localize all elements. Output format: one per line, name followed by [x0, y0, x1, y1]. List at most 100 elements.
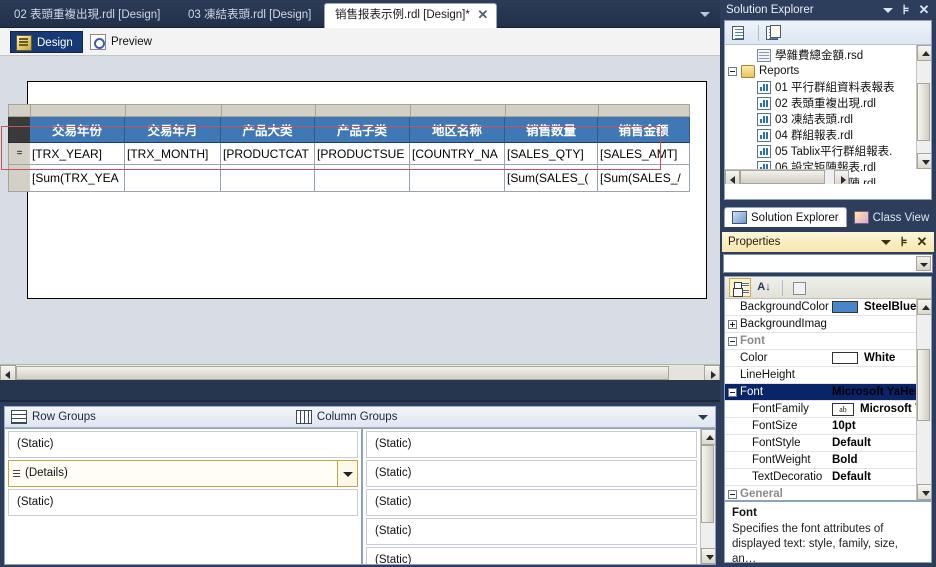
tablix-cell[interactable]: [COUNTRY_NA	[410, 143, 505, 165]
tablix-column-handle[interactable]	[505, 104, 598, 117]
property-row[interactable]: LineHeight	[725, 367, 931, 384]
tablix-cell[interactable]: [PRODUCTSUE	[315, 143, 410, 165]
scroll-down-icon[interactable]	[701, 548, 715, 564]
design-horizontal-scrollbar[interactable]	[0, 364, 720, 380]
collapse-icon[interactable]	[728, 489, 737, 499]
properties-window-icon[interactable]	[730, 24, 750, 42]
categorized-icon[interactable]	[729, 278, 751, 297]
column-group-item[interactable]: (Static)	[366, 489, 697, 516]
column-group-item[interactable]: (Static)	[366, 431, 697, 458]
property-row[interactable]: FontSize 10pt	[725, 418, 931, 435]
tree-item[interactable]: 03 凍結表頭.rdl	[725, 111, 931, 127]
property-row[interactable]: FontStyle Default	[725, 435, 931, 452]
chevron-down-icon[interactable]	[916, 256, 931, 271]
tablix-cell[interactable]: [Sum(SALES_/	[598, 165, 690, 192]
property-row[interactable]: TextDecoratio Default	[725, 469, 931, 486]
property-row[interactable]: Color White	[725, 350, 931, 367]
tree-item[interactable]: Reports	[725, 63, 931, 79]
row-handle-detail[interactable]: =	[8, 143, 30, 165]
scroll-up-icon[interactable]	[917, 45, 931, 61]
scroll-left-icon[interactable]	[725, 169, 740, 184]
close-icon[interactable]: ✕	[476, 8, 490, 22]
properties-vscrollbar[interactable]	[916, 299, 931, 500]
property-row[interactable]: Font	[725, 333, 931, 350]
property-pages-icon[interactable]	[788, 278, 810, 297]
row-group-item[interactable]: (Static)	[8, 431, 358, 458]
dock-tab-solution-explorer[interactable]: Solution Explorer	[724, 207, 847, 227]
tablix-column-handles[interactable]	[8, 104, 690, 117]
scroll-up-icon[interactable]	[917, 299, 931, 315]
scroll-down-icon[interactable]	[917, 153, 931, 169]
tree-item[interactable]: 02 表頭重複出現.rdl	[725, 95, 931, 111]
chevron-down-icon[interactable]	[337, 461, 357, 486]
properties-vscroll-thumb[interactable]	[917, 349, 930, 421]
row-handle-total[interactable]	[8, 165, 30, 192]
tablix-cell[interactable]	[410, 165, 505, 192]
document-tab-2[interactable]: 03 凍結表頭.rdl [Design]	[178, 4, 321, 28]
collapse-icon[interactable]	[728, 66, 737, 76]
column-group-item[interactable]: (Static)	[366, 518, 697, 545]
tablix-cell[interactable]: 交易年月	[125, 117, 221, 143]
properties-grid[interactable]: BackgroundColor SteelBlue BackgroundImag Fo…	[725, 299, 931, 500]
property-value[interactable]: White	[864, 352, 895, 364]
column-group-item[interactable]: (Static)	[366, 547, 697, 564]
dock-tab-class-view[interactable]: Class View	[847, 208, 936, 227]
property-row[interactable]: FontFamily ab Microsoft Y	[725, 401, 931, 418]
property-row[interactable]: General	[725, 486, 931, 500]
column-group-item[interactable]: (Static)	[366, 460, 697, 487]
property-value[interactable]: SteelBlue	[864, 301, 916, 313]
design-hscroll-track[interactable]	[669, 364, 704, 380]
tablix-cell[interactable]: [TRX_MONTH]	[125, 143, 221, 165]
tablix-column-handle[interactable]	[125, 104, 221, 117]
expand-icon[interactable]	[728, 319, 737, 329]
solution-tree-hscroll-thumb[interactable]	[740, 170, 825, 184]
tablix-cell[interactable]: 销售数量	[505, 117, 598, 143]
tablix-cell[interactable]: [Sum(TRX_YEA	[30, 165, 125, 192]
chevron-down-icon[interactable]	[879, 235, 893, 249]
scroll-left-icon[interactable]	[0, 364, 16, 380]
scroll-up-icon[interactable]	[701, 429, 715, 445]
tablix-cell[interactable]: [PRODUCTCAT	[221, 143, 315, 165]
tablix-cell[interactable]	[221, 165, 315, 192]
property-value[interactable]: Microsoft Y	[860, 403, 922, 415]
tablix-total-row[interactable]: [Sum(TRX_YEA [Sum(SALES_([Sum(SALES_/	[8, 165, 690, 192]
tablix-corner-handle[interactable]	[8, 104, 30, 117]
tablix-cell[interactable]: [SALES_AMT]	[598, 143, 690, 165]
show-all-files-icon[interactable]	[764, 24, 784, 42]
tablix-cell[interactable]: [SALES_QTY]	[505, 143, 598, 165]
row-group-item[interactable]: (Static)	[8, 489, 358, 516]
tablix-cell[interactable]: 销售金额	[598, 117, 690, 143]
tree-item[interactable]: 04 群組報表.rdl	[725, 127, 931, 143]
drag-handle-icon[interactable]	[13, 470, 20, 477]
alphabetical-icon[interactable]: A↓	[753, 278, 775, 297]
tablix-cell[interactable]: 产品大类	[221, 117, 315, 143]
close-icon[interactable]: ✕	[915, 235, 929, 249]
chevron-down-icon[interactable]	[698, 9, 712, 19]
tree-item[interactable]: 學雜費總金額.rsd	[725, 47, 931, 63]
solution-tree-vscroll-thumb[interactable]	[917, 83, 930, 141]
tablix[interactable]: 交易年份 交易年月 产品大类 产品子类 地区名称 销售数量 销售金额 = [TRX_YEAR…	[8, 117, 690, 192]
scroll-down-icon[interactable]	[917, 484, 931, 500]
property-row[interactable]: BackgroundImag	[725, 316, 931, 333]
solution-tree[interactable]: 學雜費總金額.rsd Reports 01 平行群組資料表報表 02 表頭重複出現.r…	[725, 45, 931, 184]
solution-tree-hscrollbar[interactable]	[725, 169, 849, 184]
collapse-icon[interactable]	[728, 387, 737, 397]
chevron-down-icon[interactable]	[881, 3, 895, 17]
scroll-right-icon[interactable]	[834, 169, 849, 184]
design-hscroll-thumb[interactable]	[16, 365, 669, 380]
tablix-cell[interactable]: 产品子类	[315, 117, 410, 143]
property-value[interactable]: Bold	[832, 454, 858, 466]
tablix-column-handle[interactable]	[221, 104, 315, 117]
property-value[interactable]: 10pt	[832, 420, 856, 432]
row-handle-header[interactable]	[8, 117, 30, 143]
tree-item[interactable]: 01 平行群組資料表報表	[725, 79, 931, 95]
tablix-header-row[interactable]: 交易年份 交易年月 产品大类 产品子类 地区名称 销售数量 销售金额	[8, 117, 690, 143]
document-tab-3-active[interactable]: 销售报表示例.rdl [Design]* ✕	[324, 3, 497, 28]
tab-design[interactable]: Design	[10, 31, 83, 53]
pin-icon[interactable]: ⊧	[899, 3, 913, 17]
tablix-column-handle[interactable]	[30, 104, 125, 117]
column-groups-scroll-thumb[interactable]	[701, 445, 714, 523]
pin-icon[interactable]: ⊧	[897, 235, 911, 249]
tree-item[interactable]: 05 Tablix平行群組報表.	[725, 143, 931, 159]
color-swatch[interactable]	[832, 352, 858, 364]
